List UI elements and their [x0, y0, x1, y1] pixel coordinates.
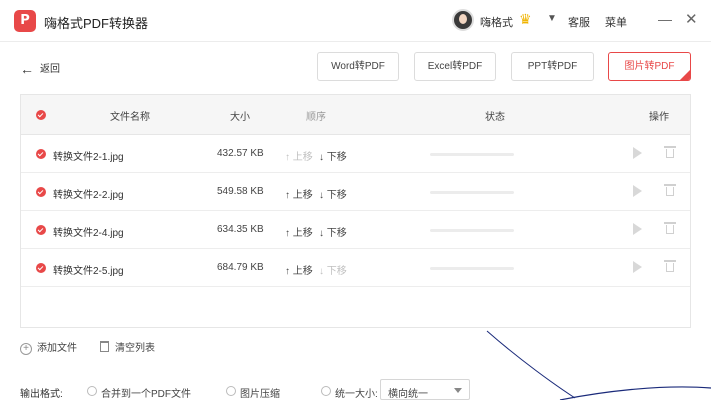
play-icon[interactable] — [633, 185, 642, 197]
move-up-button[interactable]: ↑ 上移 — [285, 186, 313, 201]
close-icon[interactable]: ✕ — [685, 10, 698, 28]
progress-bar — [430, 153, 514, 156]
table-row[interactable]: 转换文件2-2.jpg 549.58 KB ↑ 上移 ↓ 下移 — [21, 173, 690, 211]
mode-image-to-pdf-label: 图片转PDF — [624, 61, 675, 72]
output-format-label: 输出格式: — [20, 389, 63, 400]
annotation-ellipse — [559, 386, 711, 400]
move-up-button: ↑ 上移 — [285, 152, 313, 163]
username[interactable]: 嗨格式 — [480, 14, 513, 30]
table-row[interactable]: 转换文件2-5.jpg 684.79 KB ↑ 上移 ↓ 下移 — [21, 249, 690, 287]
table-row[interactable]: 转换文件2-4.jpg 634.35 KB ↑ 上移 ↓ 下移 — [21, 211, 690, 249]
menu-button[interactable]: 菜单 — [605, 14, 627, 30]
minimize-icon[interactable]: — — [658, 11, 672, 27]
customer-service-button[interactable]: 客服 — [568, 14, 590, 30]
play-icon[interactable] — [633, 223, 642, 235]
mode-image-to-pdf-button[interactable]: 图片转PDF ✓ — [608, 52, 691, 81]
uniform-size-select-value: 横向统一 — [388, 389, 428, 400]
file-name: 转换文件2-1.jpg — [53, 152, 124, 163]
radio-uniform-size[interactable] — [321, 386, 331, 396]
move-down-button[interactable]: ↓ 下移 — [319, 148, 347, 163]
annotation-line — [486, 330, 576, 399]
back-label: 返回 — [40, 64, 60, 75]
mode-ppt-to-pdf-button[interactable]: PPT转PDF — [511, 52, 594, 81]
avatar[interactable] — [452, 9, 474, 31]
move-down-button[interactable]: ↓ 下移 — [319, 224, 347, 239]
back-button[interactable]: ← 返回 — [20, 60, 60, 77]
add-file-label: 添加文件 — [37, 343, 77, 354]
trash-icon[interactable] — [664, 146, 676, 158]
radio-uniform-size-label[interactable]: 统一大小: — [335, 385, 378, 400]
file-name: 转换文件2-4.jpg — [53, 228, 124, 239]
header-size: 大小 — [230, 112, 250, 123]
progress-bar — [430, 267, 514, 270]
mode-word-to-pdf-button[interactable]: Word转PDF — [317, 52, 399, 81]
file-size: 634.35 KB — [217, 224, 264, 235]
header-order: 顺序 — [306, 112, 326, 123]
play-icon[interactable] — [633, 261, 642, 273]
clear-list-button[interactable]: 清空列表 — [100, 339, 155, 354]
radio-image-compress[interactable] — [226, 386, 236, 396]
move-down-button: ↓ 下移 — [319, 266, 347, 277]
row-checkbox[interactable] — [36, 263, 46, 273]
app-title: 嗨格式PDF转换器 — [44, 16, 149, 31]
file-size: 432.57 KB — [217, 148, 264, 159]
header-status: 状态 — [485, 112, 505, 123]
file-name: 转换文件2-5.jpg — [53, 266, 124, 277]
trash-icon[interactable] — [664, 222, 676, 234]
mode-excel-to-pdf-button[interactable]: Excel转PDF — [414, 52, 496, 81]
vip-crown-icon: ♛ — [519, 11, 532, 27]
move-up-button[interactable]: ↑ 上移 — [285, 224, 313, 239]
play-icon[interactable] — [633, 147, 642, 159]
clear-list-label: 清空列表 — [115, 343, 155, 354]
table-header: 文件名称 大小 顺序 状态 操作 — [21, 95, 690, 135]
active-check-icon: ✓ — [683, 65, 689, 72]
title-bar: P 嗨格式PDF转换器 嗨格式 ♛ ▼ 客服 菜单 — ✕ — [0, 0, 711, 42]
move-up-button[interactable]: ↑ 上移 — [285, 262, 313, 277]
header-file-name: 文件名称 — [110, 112, 150, 123]
table-row[interactable]: 转换文件2-1.jpg 432.57 KB ↑ 上移 ↓ 下移 — [21, 135, 690, 173]
progress-bar — [430, 229, 514, 232]
row-checkbox[interactable] — [36, 149, 46, 159]
file-size: 684.79 KB — [217, 262, 264, 273]
account-dropdown-icon[interactable]: ▼ — [547, 13, 557, 24]
progress-bar — [430, 191, 514, 194]
add-file-button[interactable]: + 添加文件 — [20, 339, 77, 355]
radio-merge-pdf[interactable] — [87, 386, 97, 396]
move-down-button[interactable]: ↓ 下移 — [319, 186, 347, 201]
radio-merge-pdf-label[interactable]: 合并到一个PDF文件 — [101, 385, 191, 400]
clear-trash-icon — [100, 341, 109, 352]
chevron-down-icon — [454, 388, 462, 393]
trash-icon[interactable] — [664, 260, 676, 272]
back-arrow-icon: ← — [20, 61, 34, 77]
header-action: 操作 — [649, 112, 669, 123]
radio-image-compress-label[interactable]: 图片压缩 — [240, 385, 280, 400]
row-checkbox[interactable] — [36, 225, 46, 235]
file-size: 549.58 KB — [217, 186, 264, 197]
select-all-checkbox[interactable] — [36, 110, 46, 120]
file-table: 文件名称 大小 顺序 状态 操作 转换文件2-1.jpg 432.57 KB ↑… — [20, 94, 691, 328]
uniform-size-select[interactable]: 横向统一 — [380, 379, 470, 400]
file-name: 转换文件2-2.jpg — [53, 190, 124, 201]
row-checkbox[interactable] — [36, 187, 46, 197]
trash-icon[interactable] — [664, 184, 676, 196]
plus-icon: + — [20, 343, 32, 355]
app-logo-icon: P — [14, 10, 36, 32]
